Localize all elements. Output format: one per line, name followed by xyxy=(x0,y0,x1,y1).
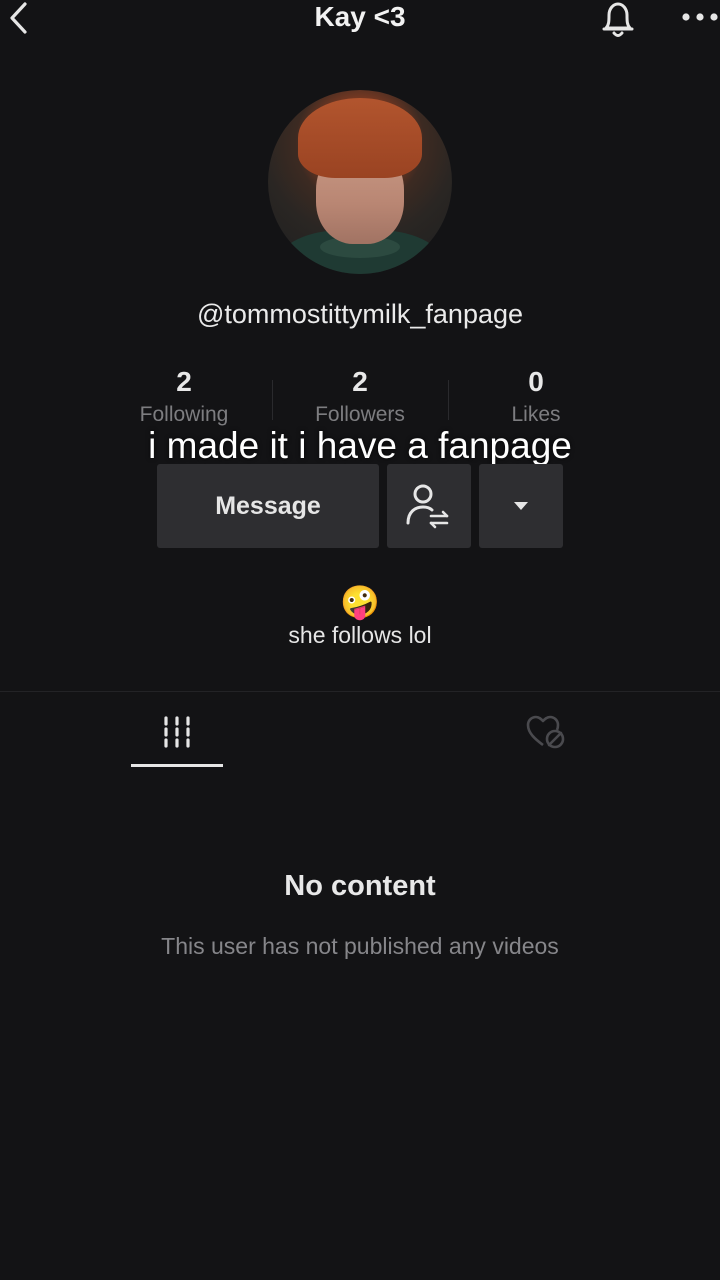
bio-emoji: 🤪 xyxy=(340,583,380,621)
grid-icon xyxy=(164,716,190,748)
page-title: Kay <3 xyxy=(314,1,406,32)
tab-videos[interactable] xyxy=(131,700,223,764)
bell-icon xyxy=(602,2,634,37)
stat-followers[interactable]: 2 Followers xyxy=(272,364,448,430)
chevron-left-icon xyxy=(10,2,27,34)
empty-state-subtitle: This user has not published any videos xyxy=(161,933,559,959)
tabs-divider xyxy=(0,691,720,692)
stat-following[interactable]: 2 Following xyxy=(96,364,272,430)
more-horizontal-icon xyxy=(682,13,718,21)
follow-back-icon xyxy=(406,484,449,529)
username: @tommostittymilk_fanpage xyxy=(196,299,524,329)
message-button[interactable]: Message xyxy=(157,464,379,548)
caret-down-icon xyxy=(514,502,528,510)
active-tab-indicator xyxy=(131,764,223,767)
following-count: 2 xyxy=(176,366,192,397)
bio-text: she follows lol xyxy=(288,622,432,648)
avatar[interactable] xyxy=(268,90,452,274)
stat-likes: 0 Likes xyxy=(448,364,624,430)
followers-count: 2 xyxy=(352,366,368,397)
tab-liked[interactable] xyxy=(500,700,592,764)
notifications-button[interactable] xyxy=(596,0,640,40)
dropdown-button[interactable] xyxy=(479,464,563,548)
empty-state-title: No content xyxy=(284,870,436,902)
back-button[interactable] xyxy=(0,0,40,36)
more-options-button[interactable] xyxy=(680,4,720,30)
follow-back-button[interactable] xyxy=(387,464,471,548)
hidden-heart-icon xyxy=(526,715,565,749)
likes-count: 0 xyxy=(528,366,544,397)
video-caption-overlay: i made it i have a fanpage xyxy=(148,425,572,466)
